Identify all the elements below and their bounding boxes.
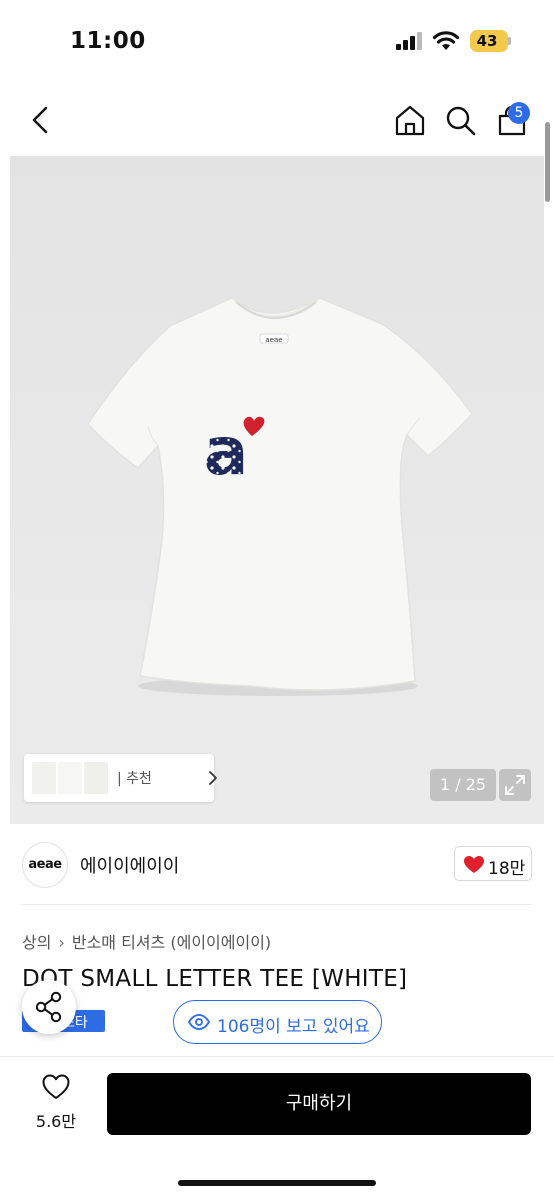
breadcrumb-subcategory[interactable]: 반소매 티셔츠 (에이이에이이): [72, 933, 271, 952]
thumbnail-1[interactable]: [32, 762, 56, 794]
share-icon: [35, 991, 62, 1023]
live-viewers-pill: 106명이 보고 있어요: [173, 1000, 382, 1044]
chevron-right-icon: [209, 771, 217, 785]
thumbnail-2[interactable]: [58, 762, 82, 794]
heart-filled-icon: [464, 856, 484, 873]
eye-icon: [188, 1014, 210, 1030]
search-icon[interactable]: [445, 105, 477, 137]
home-indicator: [178, 1180, 376, 1186]
breadcrumb-category[interactable]: 상의: [22, 933, 51, 952]
brand-like-button[interactable]: 18만: [454, 846, 532, 881]
battery-level: 43: [476, 32, 498, 50]
section-divider: [22, 904, 532, 905]
page-scrollbar[interactable]: [545, 122, 550, 202]
chevron-right-icon: ›: [58, 933, 65, 952]
svg-text:aeae: aeae: [265, 336, 282, 344]
viewers-label: 106명이 보고 있어요: [217, 1017, 370, 1037]
share-button[interactable]: [22, 980, 76, 1034]
image-counter: 1 / 25: [430, 769, 496, 801]
cellular-signal-icon: [396, 32, 422, 50]
expand-image-button[interactable]: [499, 769, 531, 801]
back-icon[interactable]: [28, 106, 52, 134]
wifi-icon: [432, 31, 460, 50]
brand-name[interactable]: 에이이에이이: [80, 852, 179, 878]
breadcrumb: 상의 › 반소매 티셔츠 (에이이에이이): [22, 929, 271, 953]
status-bar: 11:00 43: [0, 0, 554, 84]
top-nav-bar: [0, 84, 554, 156]
expand-icon: [505, 775, 525, 795]
wishlist-button[interactable]: 5.6만: [30, 1074, 82, 1134]
tshirt-illustration: aeae a: [87, 297, 473, 696]
recommended-items-strip[interactable]: | 추천: [24, 754, 217, 802]
cart-count-badge: 5: [508, 102, 530, 124]
print-letter: a: [204, 413, 249, 490]
brand-like-count: 18만: [488, 859, 526, 879]
battery-indicator: 43: [470, 30, 508, 52]
buy-button[interactable]: 구매하기: [107, 1073, 531, 1135]
product-title: DOT SMALL LETTER TEE [WHITE]: [22, 966, 408, 992]
recommend-label: | 추천: [117, 771, 152, 787]
wishlist-count: 5.6만: [35, 1112, 77, 1131]
status-time: 11:00: [70, 28, 146, 54]
heart-outline-icon: [42, 1074, 70, 1099]
home-icon[interactable]: [394, 104, 426, 136]
product-image-gallery[interactable]: aeae a | 추천 1 / 25: [10, 156, 544, 824]
brand-logo[interactable]: aeae: [22, 842, 68, 888]
battery-cap: [508, 37, 511, 45]
thumbnail-3[interactable]: [84, 762, 108, 794]
